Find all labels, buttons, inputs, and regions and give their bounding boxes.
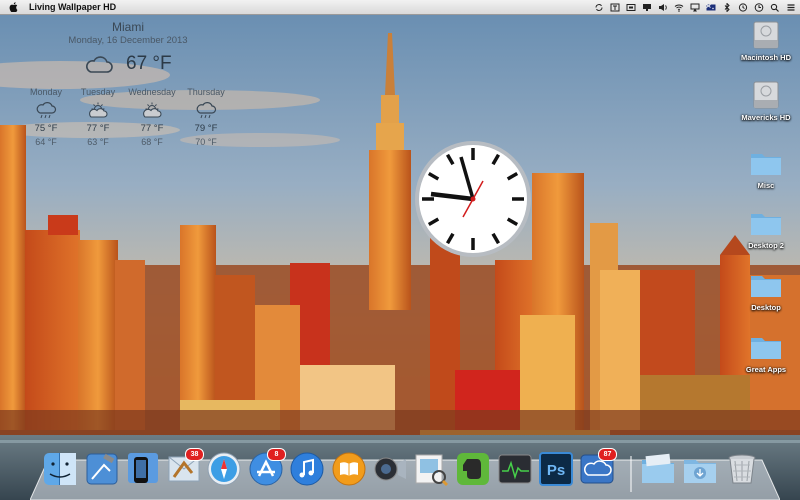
forecast-low: 63 °F [87, 137, 109, 147]
forecast-high: 79 °F [194, 123, 218, 134]
time-machine-icon[interactable] [737, 2, 748, 12]
safari-icon [207, 452, 241, 486]
desktop-icon-desktop[interactable]: Desktop [735, 268, 797, 312]
dock-finder[interactable] [42, 451, 78, 489]
apple-menu-icon[interactable] [9, 2, 19, 12]
dock-safari[interactable] [206, 451, 242, 489]
sun-cloud-icon [89, 102, 108, 118]
svg-text:Ps: Ps [547, 462, 565, 479]
hard-drive-icon [753, 81, 779, 109]
dock-activity-monitor[interactable] [497, 451, 533, 489]
finder-icon [44, 453, 76, 485]
app-store-badge: 8 [267, 448, 286, 461]
bluetooth-icon[interactable] [721, 2, 732, 12]
screen-icon[interactable] [625, 3, 636, 12]
desktop-icon-desktop-2[interactable]: Desktop 2 [735, 206, 797, 250]
cloud-icon [86, 56, 113, 73]
forecast-day: Thursday 79 °F 70 °F [178, 87, 234, 147]
forecast-high: 75 °F [34, 123, 58, 134]
list-icon[interactable] [785, 3, 796, 12]
dock-ibooks[interactable] [331, 451, 367, 489]
menu-extras [593, 0, 796, 14]
desktop-icon-mavericks-hd[interactable]: Mavericks HD [735, 78, 797, 122]
forecast-day-name: Tuesday [80, 87, 116, 97]
dock-photoshop[interactable]: Ps [538, 451, 574, 489]
itunes-icon [290, 452, 324, 486]
xcode-icon [86, 453, 118, 485]
forecast-high: 77 °F [86, 123, 110, 134]
dock-mail[interactable]: 38 [166, 448, 204, 489]
search-icon[interactable] [769, 3, 780, 12]
folder-icon [642, 453, 674, 483]
desktop-icon-label: Desktop [751, 303, 781, 312]
text-icon[interactable] [609, 3, 620, 12]
forecast-day: Tuesday 77 °F 63 °F [70, 87, 126, 147]
desktop-icon-label: Desktop 2 [748, 241, 784, 250]
desktop-icon-great-apps[interactable]: Great Apps [735, 330, 797, 374]
weather-date: Monday, 16 December 2013 [68, 35, 188, 46]
forecast-low: 70 °F [195, 137, 217, 147]
ibooks-icon [332, 452, 366, 486]
forecast-day-name: Thursday [187, 87, 225, 97]
sun-cloud-icon [143, 102, 162, 118]
volume-icon[interactable] [657, 3, 668, 12]
folder-icon [751, 214, 781, 235]
forecast-day: Monday 75 °F 64 °F [18, 87, 74, 147]
dock-itunes[interactable] [289, 451, 325, 489]
desktop-icon-label: Mavericks HD [741, 113, 791, 122]
weather-city: Miami [112, 20, 144, 34]
downloads-icon [684, 460, 716, 483]
dock-preview[interactable] [413, 451, 449, 489]
desktop-icon-label: Great Apps [745, 365, 787, 374]
display-icon[interactable] [641, 3, 652, 12]
desktop-icon-label: Macintosh HD [740, 53, 791, 62]
clock-icon[interactable] [753, 2, 764, 12]
facetime-icon [374, 457, 406, 481]
dock-xcode[interactable] [84, 451, 120, 489]
folder-icon [751, 154, 781, 175]
cloud-rain-icon [196, 102, 217, 119]
trash-icon [728, 454, 756, 484]
dock-evernote[interactable] [455, 451, 491, 489]
folder-icon [751, 276, 781, 297]
simulator-icon [128, 453, 158, 483]
folder-icon [751, 338, 781, 359]
dock-app-store[interactable]: 8 [248, 448, 286, 489]
dock-downloads-folder[interactable] [640, 451, 676, 489]
evernote-icon [457, 453, 489, 485]
preview-icon [415, 454, 449, 487]
desktop-icon-misc[interactable]: Misc [735, 146, 797, 190]
airplay-icon[interactable] [689, 3, 700, 12]
cloud-rain-icon [36, 102, 57, 119]
dock-cloud-app[interactable]: 87 [579, 448, 617, 489]
mail-badge: 38 [185, 448, 204, 461]
dock-separator [630, 456, 632, 492]
sync-icon[interactable] [593, 3, 604, 12]
app-name-menu[interactable]: Living Wallpaper HD [29, 2, 116, 12]
current-temperature: 67 °F [126, 53, 172, 74]
forecast-high: 77 °F [140, 123, 164, 134]
forecast-low: 68 °F [141, 137, 163, 147]
wifi-icon[interactable] [673, 3, 684, 12]
clock-widget[interactable] [413, 139, 533, 259]
forecast-day-name: Monday [29, 87, 63, 97]
flag-icon[interactable] [705, 3, 716, 12]
dock-facetime[interactable] [372, 451, 408, 489]
dock-trash[interactable] [724, 451, 760, 489]
dock-ios-simulator[interactable] [122, 451, 158, 489]
forecast-day-name: Wednesday [128, 87, 176, 97]
hard-drive-icon [753, 21, 779, 49]
menu-bar: Living Wallpaper HD [0, 0, 800, 15]
forecast-day: Wednesday 77 °F 68 °F [124, 87, 180, 147]
desktop-icon-label: Misc [757, 181, 775, 190]
activity-monitor-icon [498, 454, 532, 484]
cloud-app-badge: 87 [598, 448, 617, 461]
dock-documents-folder[interactable] [682, 451, 718, 489]
desktop-icon-macintosh-hd[interactable]: Macintosh HD [735, 18, 797, 62]
forecast-low: 64 °F [35, 137, 57, 147]
photoshop-icon: Ps [539, 452, 573, 486]
